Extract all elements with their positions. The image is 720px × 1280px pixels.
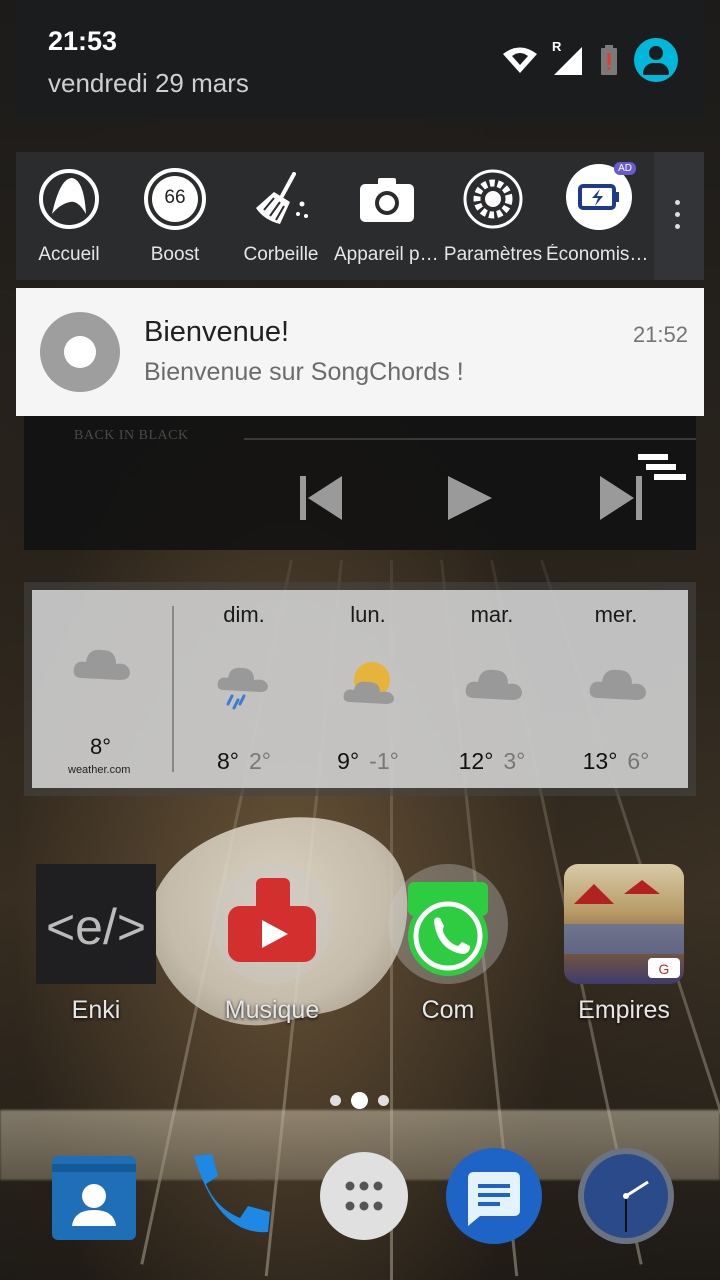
home-a-icon — [39, 169, 99, 229]
forecast-day-name: lun. — [350, 602, 386, 627]
weather-widget[interactable]: 8° weather.com dim. 8° 2° lun. 9° -1° mar.… — [24, 582, 696, 796]
phone-icon — [194, 1154, 270, 1233]
whatsapp-icon — [388, 864, 508, 984]
app-label: Com — [421, 996, 475, 1024]
play-icon[interactable] — [446, 474, 494, 522]
app-label: Enki — [71, 996, 121, 1024]
boost-gauge-icon: 66 — [144, 168, 206, 230]
app-drawer-icon — [320, 1152, 408, 1240]
notification-title: Bienvenue! — [144, 316, 290, 348]
quick-app-label: Corbeille — [243, 244, 319, 265]
songchords-app-icon — [40, 312, 120, 392]
user-avatar-icon[interactable] — [634, 38, 678, 82]
page-dot-active — [351, 1092, 368, 1109]
dock-contacts[interactable] — [44, 1146, 144, 1246]
music-widget: BACK IN BLACK — [24, 416, 696, 550]
clock-time: 21:53 — [48, 26, 118, 56]
app-label: Empires — [578, 996, 670, 1024]
enki-icon: <e/> — [36, 864, 156, 984]
status-icons: R — [502, 38, 678, 82]
camera-icon — [360, 178, 414, 222]
quick-app-appareil[interactable]: Appareil photo — [334, 152, 440, 280]
clock-date: vendredi 29 mars — [48, 68, 249, 98]
quick-app-label: Appareil photo — [334, 244, 440, 265]
broom-icon — [256, 172, 308, 224]
forecast-high: 9° — [337, 748, 360, 774]
contacts-icon — [52, 1156, 136, 1240]
previous-icon[interactable] — [300, 474, 342, 522]
forecast-day-name: mer. — [594, 602, 638, 627]
cloudy-icon — [465, 669, 522, 700]
messages-icon — [446, 1148, 542, 1244]
partly-sunny-icon — [343, 662, 394, 704]
forecast-high: 12° — [458, 748, 494, 774]
dock-messages[interactable] — [444, 1146, 544, 1246]
wifi-icon — [503, 47, 537, 73]
page-dot — [330, 1095, 341, 1106]
weather-divider — [172, 606, 174, 772]
quick-app-parametres[interactable]: Paramètres — [440, 152, 546, 280]
page-indicator — [330, 1092, 389, 1109]
signal-icon: R — [552, 39, 584, 77]
dock-clock[interactable] — [576, 1146, 676, 1246]
next-icon[interactable] — [600, 474, 642, 522]
quick-app-strip: Accueil 66 Boost Corbeille Appareil phot… — [16, 152, 704, 280]
cloudy-icon — [589, 669, 646, 700]
weather-card: 8° weather.com dim. 8° 2° lun. 9° -1° mar.… — [32, 590, 688, 788]
forecast-high: 13° — [582, 748, 618, 774]
rain-icon — [217, 667, 268, 710]
app-label: Musique — [224, 996, 320, 1024]
svg-text:G: G — [659, 961, 670, 977]
ad-badge: AD — [614, 162, 636, 175]
forecast-low: 6° — [627, 748, 650, 774]
track-title: BACK IN BLACK — [74, 428, 189, 443]
forecast-high: 8° — [217, 748, 239, 774]
forecast-day-name: dim. — [223, 602, 265, 627]
current-temperature: 8° — [90, 734, 112, 759]
dock-app-drawer[interactable] — [314, 1146, 414, 1246]
track-divider — [244, 438, 696, 440]
quick-app-label: Accueil — [38, 244, 100, 265]
quick-app-corbeille[interactable]: Corbeille — [228, 152, 334, 280]
forecast-low: 3° — [503, 748, 526, 774]
notification-shade-header: 21:53 vendredi 29 mars R — [16, 0, 704, 118]
notification-card[interactable]: Bienvenue! Bienvenue sur SongChords ! 21… — [16, 288, 704, 416]
boost-value: 66 — [164, 187, 186, 208]
cloudy-icon — [73, 649, 130, 680]
more-vert-icon — [675, 200, 681, 236]
quick-app-label: Économiseur — [546, 244, 652, 265]
quick-app-boost[interactable]: 66 Boost — [122, 152, 228, 280]
forecast-day-name: mar. — [470, 602, 514, 627]
notification-time: 21:52 — [632, 322, 688, 347]
svg-text:<e/>: <e/> — [46, 899, 146, 955]
more-options-button[interactable] — [654, 152, 704, 280]
playlist-icon[interactable] — [638, 454, 688, 490]
quick-app-accueil[interactable]: Accueil — [16, 152, 122, 280]
notification-body: Bienvenue sur SongChords ! — [144, 358, 464, 386]
dock-phone[interactable] — [178, 1146, 278, 1246]
page-dot — [378, 1095, 389, 1106]
youtube-music-icon — [212, 864, 332, 984]
forecast-low: 2° — [249, 748, 271, 774]
clock-icon — [578, 1148, 674, 1244]
forecast-low: -1° — [369, 748, 399, 774]
gear-icon — [463, 169, 523, 229]
quick-app-label: Boost — [150, 244, 200, 265]
battery-low-icon — [601, 45, 617, 75]
empires-game-icon: G — [564, 864, 684, 984]
battery-saver-icon: AD — [566, 162, 636, 230]
weather-provider: weather.com — [68, 764, 131, 776]
quick-app-economiseur[interactable]: AD Économiseur — [546, 152, 652, 280]
quick-app-label: Paramètres — [443, 244, 543, 265]
